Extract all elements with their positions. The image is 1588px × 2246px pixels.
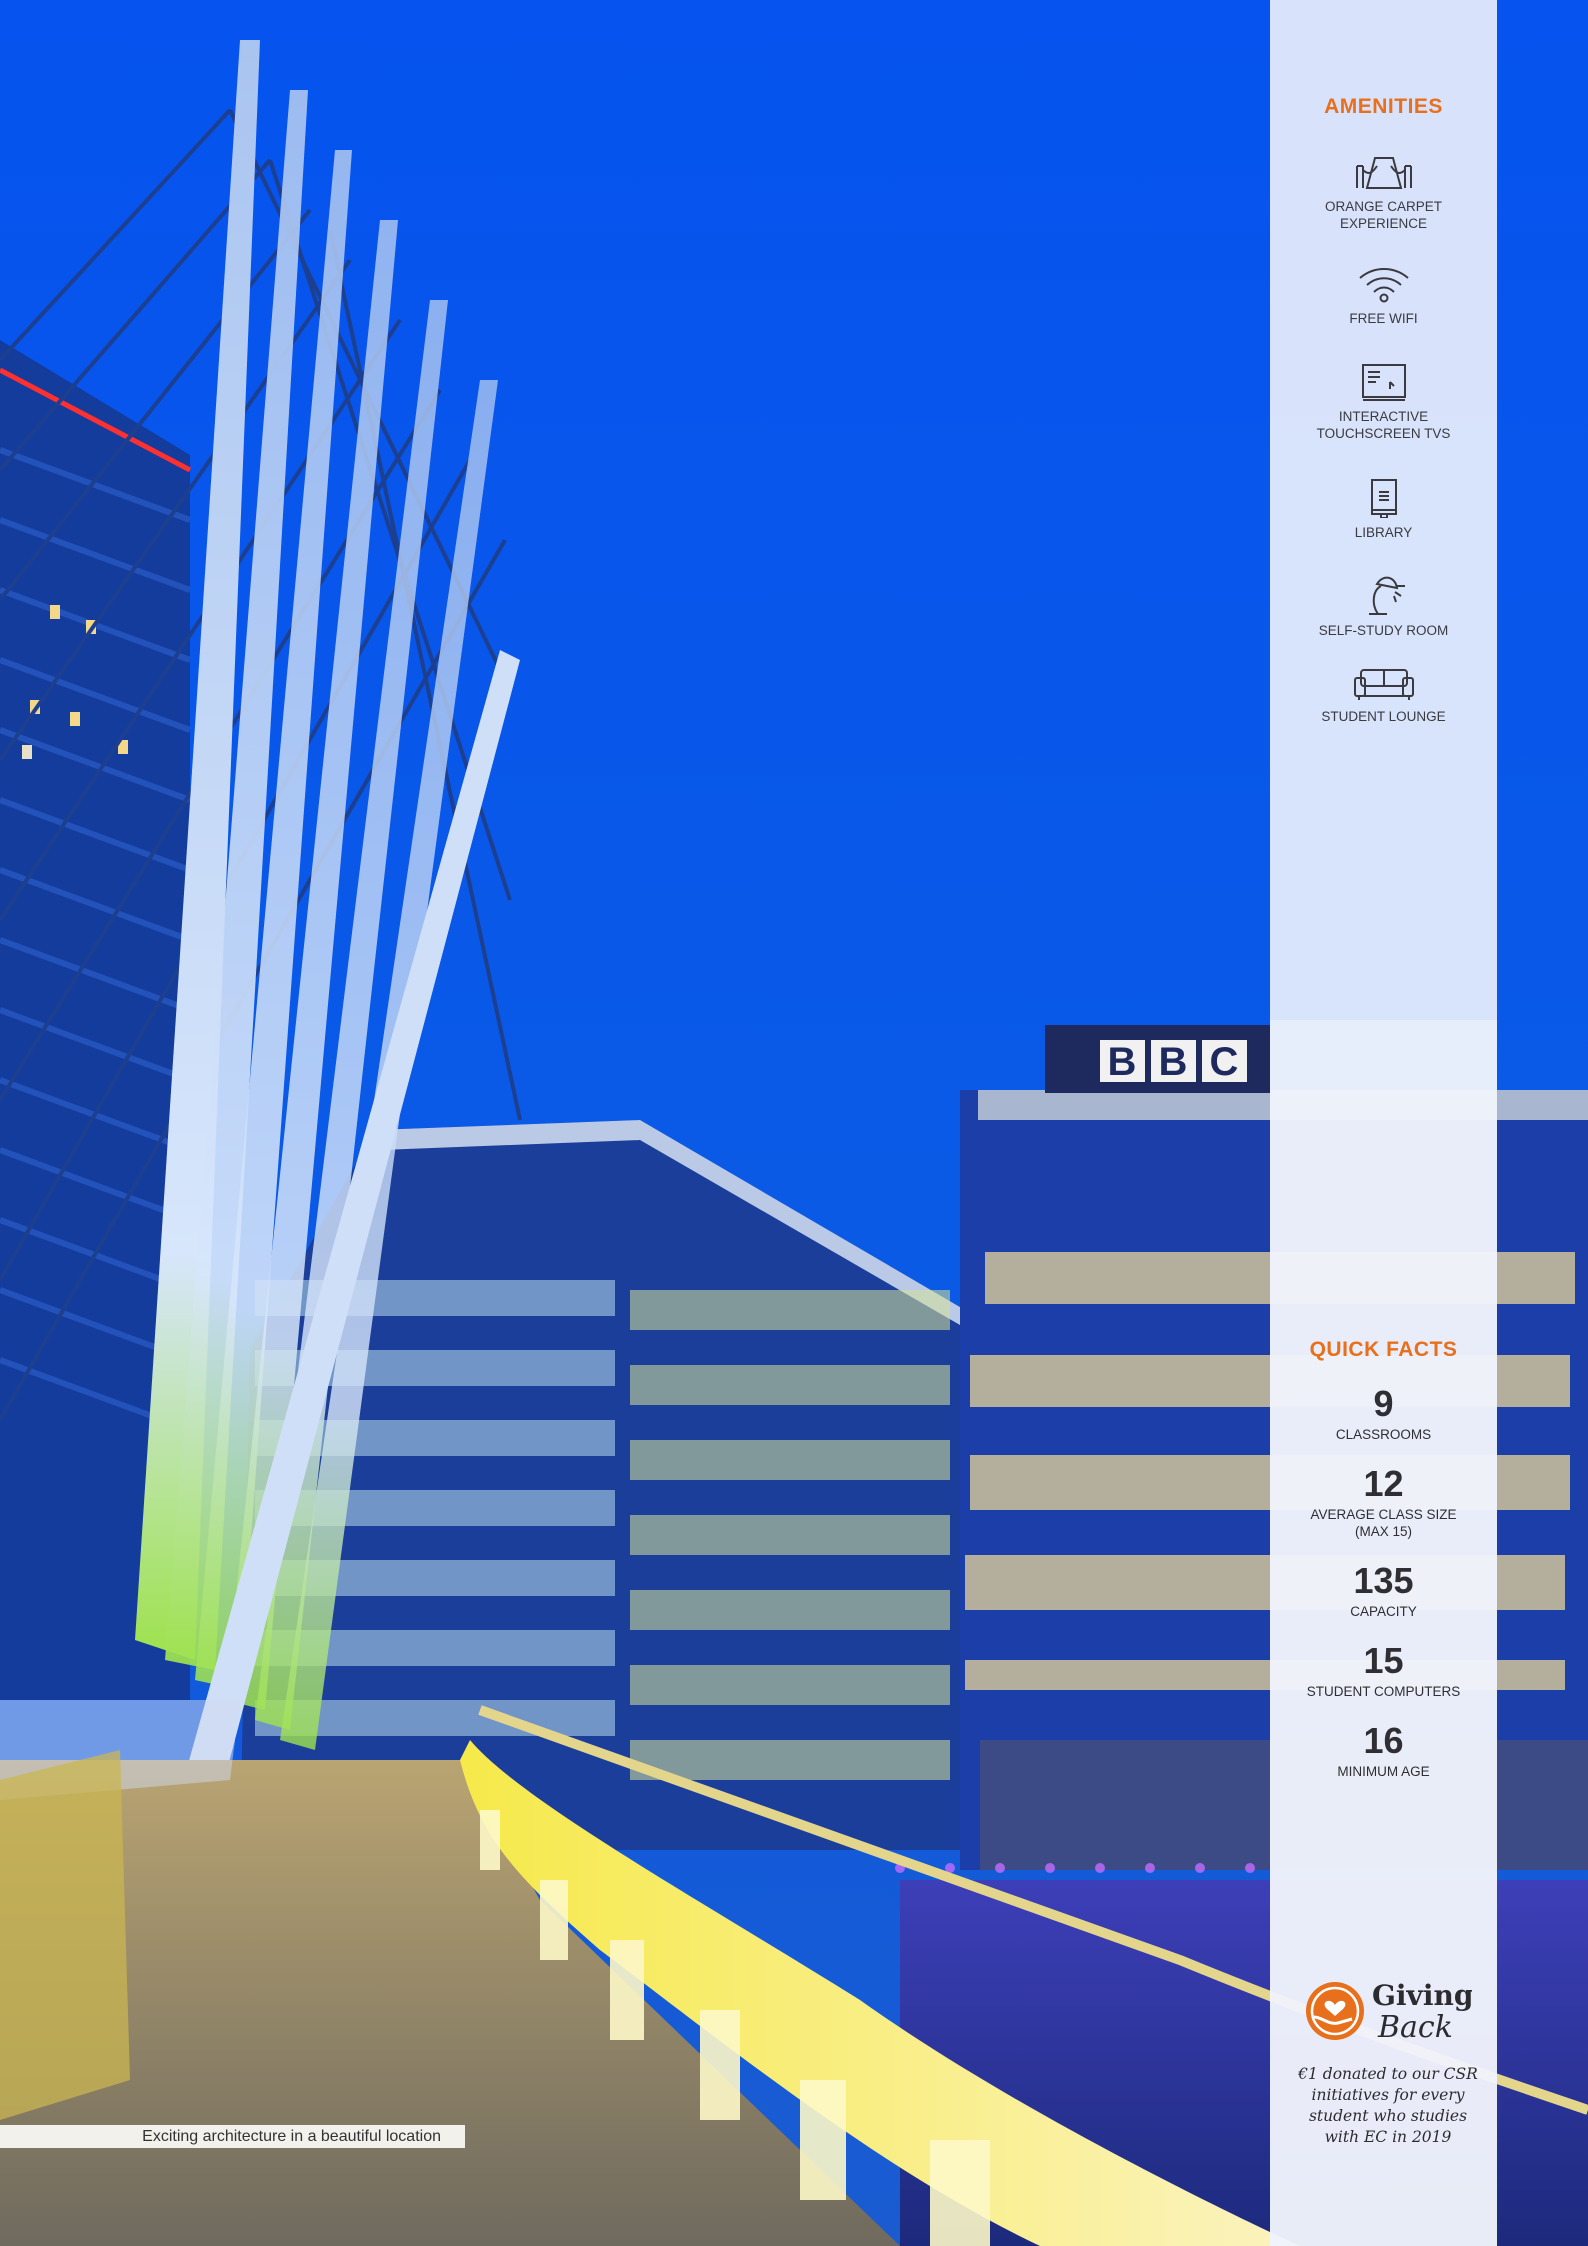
fact-average-class-size: 12 AVERAGE CLASS SIZE (MAX 15)	[1270, 1465, 1497, 1540]
fact-minimum-age: 16 MINIMUM AGE	[1270, 1722, 1497, 1780]
fact-label: CAPACITY	[1350, 1604, 1417, 1619]
touchscreen-tv-icon	[1361, 364, 1406, 401]
amenity-label: ORANGE CARPET	[1324, 199, 1443, 214]
svg-text:B: B	[1108, 1040, 1137, 1084]
fact-value: 135	[1353, 1560, 1414, 1601]
amenities-title: AMENITIES	[1324, 95, 1443, 118]
amenity-label: STUDENT LOUNGE	[1321, 709, 1446, 724]
amenity-label: INTERACTIVE	[1338, 409, 1429, 424]
giving-back-description: €1 donated to our CSR initiatives for ev…	[1298, 2064, 1478, 2148]
amenity-library: LIBRARY	[1270, 476, 1497, 541]
book-icon	[1370, 479, 1397, 518]
fact-student-computers: 15 STUDENT COMPUTERS	[1270, 1642, 1497, 1700]
amenity-label: SELF-STUDY ROOM	[1318, 623, 1449, 638]
fact-capacity: 135 CAPACITY	[1270, 1562, 1497, 1620]
amenity-touchscreen-tvs: INTERACTIVE TOUCHSCREEN TVS	[1270, 362, 1497, 442]
giving-back-word1: Giving	[1372, 1979, 1472, 2012]
wifi-icon	[1358, 268, 1409, 303]
quick-facts-title: QUICK FACTS	[1309, 1338, 1458, 1361]
amenity-self-study-room: SELF-STUDY ROOM	[1270, 574, 1497, 639]
amenity-label: LIBRARY	[1354, 525, 1413, 540]
giving-back-line: student who studies	[1308, 2107, 1468, 2125]
amenity-orange-carpet: ORANGE CARPET EXPERIENCE	[1270, 152, 1497, 232]
fact-label: MINIMUM AGE	[1337, 1764, 1430, 1779]
info-sidebar: AMENITIES ORANGE CARPET EXPERIENCE FREE …	[1270, 0, 1497, 2246]
fact-label: CLASSROOMS	[1335, 1427, 1432, 1442]
heart-hand-icon	[1306, 1982, 1364, 2040]
fact-label: (MAX 15)	[1354, 1524, 1412, 1539]
giving-back-logo: Giving Back	[1306, 1979, 1472, 2045]
giving-back-line: initiatives for every	[1311, 2086, 1465, 2104]
fact-value: 12	[1363, 1463, 1404, 1504]
fact-label: AVERAGE CLASS SIZE	[1310, 1507, 1457, 1522]
fact-classrooms: 9 CLASSROOMS	[1270, 1385, 1497, 1443]
giving-back-word2: Back	[1377, 2010, 1453, 2045]
giving-back-line: with EC in 2019	[1324, 2128, 1452, 2146]
fact-value: 15	[1363, 1640, 1404, 1681]
fact-value: 16	[1363, 1720, 1404, 1761]
fact-value: 9	[1373, 1383, 1394, 1424]
svg-text:C: C	[1210, 1040, 1239, 1084]
giving-back-line: €1 donated to our CSR	[1298, 2065, 1478, 2083]
fact-label: STUDENT COMPUTERS	[1306, 1684, 1461, 1699]
amenity-label: TOUCHSCREEN TVS	[1316, 426, 1451, 441]
sofa-icon	[1353, 669, 1414, 700]
amenity-label: EXPERIENCE	[1339, 216, 1428, 231]
amenity-student-lounge: STUDENT LOUNGE	[1270, 668, 1497, 725]
svg-text:B: B	[1159, 1040, 1188, 1084]
amenity-free-wifi: FREE WIFI	[1270, 266, 1497, 327]
photo-caption: Exciting architecture in a beautiful loc…	[0, 2125, 465, 2148]
desk-lamp-icon	[1368, 576, 1405, 615]
sidebar-lower-overlay	[1270, 1020, 1497, 2246]
carpet-icon	[1355, 157, 1412, 189]
amenity-label: FREE WIFI	[1349, 311, 1418, 326]
